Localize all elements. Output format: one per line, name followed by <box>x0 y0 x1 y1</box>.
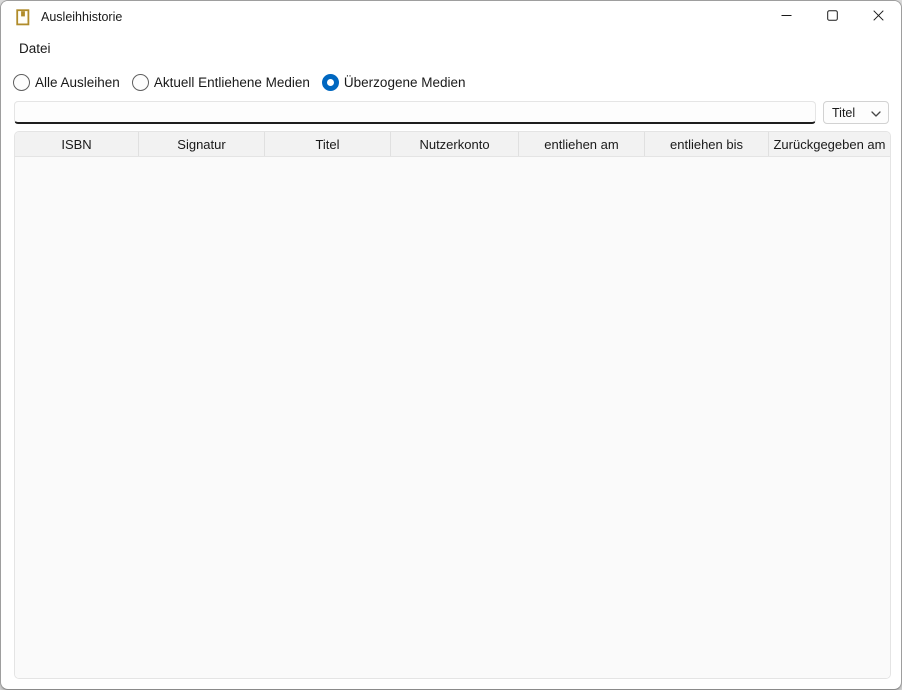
radio-alle-ausleihen[interactable]: Alle Ausleihen <box>13 74 120 91</box>
column-header-isbn[interactable]: ISBN <box>15 132 139 156</box>
search-input[interactable] <box>14 101 816 124</box>
radio-ueberzogene-medien[interactable]: Überzogene Medien <box>322 74 466 91</box>
menu-bar: Datei <box>1 33 901 63</box>
column-header-signatur[interactable]: Signatur <box>139 132 265 156</box>
book-icon <box>15 9 31 26</box>
radio-label: Überzogene Medien <box>344 75 466 90</box>
window-title: Ausleihhistorie <box>41 10 122 24</box>
radio-circle-icon[interactable] <box>13 74 30 91</box>
search-row: Titel <box>14 101 889 124</box>
chevron-down-icon <box>871 106 881 120</box>
radio-aktuell-entliehene-medien[interactable]: Aktuell Entliehene Medien <box>132 74 310 91</box>
radio-circle-icon[interactable] <box>132 74 149 91</box>
dropdown-selected-value: Titel <box>832 106 855 120</box>
close-button[interactable] <box>855 1 901 33</box>
search-field-dropdown[interactable]: Titel <box>823 101 889 124</box>
maximize-button[interactable] <box>809 1 855 33</box>
minimize-button[interactable] <box>763 1 809 33</box>
app-window: Ausleihhistorie Datei A <box>0 0 902 690</box>
radio-label: Alle Ausleihen <box>35 75 120 90</box>
maximize-icon <box>827 8 838 26</box>
loan-history-table: ISBN Signatur Titel Nutzerkonto entliehe… <box>14 131 891 679</box>
column-header-entliehen-am[interactable]: entliehen am <box>519 132 645 156</box>
radio-label: Aktuell Entliehene Medien <box>154 75 310 90</box>
column-header-nutzerkonto[interactable]: Nutzerkonto <box>391 132 519 156</box>
menu-item-datei[interactable]: Datei <box>11 37 59 60</box>
column-header-zurueckgegeben-am[interactable]: Zurückgegeben am <box>769 132 890 156</box>
radio-circle-icon[interactable] <box>322 74 339 91</box>
table-body-empty[interactable] <box>15 157 890 678</box>
column-header-titel[interactable]: Titel <box>265 132 391 156</box>
column-header-entliehen-bis[interactable]: entliehen bis <box>645 132 769 156</box>
minimize-icon <box>781 8 792 26</box>
table-header-row: ISBN Signatur Titel Nutzerkonto entliehe… <box>15 132 890 157</box>
title-bar: Ausleihhistorie <box>1 1 901 33</box>
close-icon <box>873 8 884 26</box>
loan-filter-group: Alle Ausleihen Aktuell Entliehene Medien… <box>13 72 901 92</box>
